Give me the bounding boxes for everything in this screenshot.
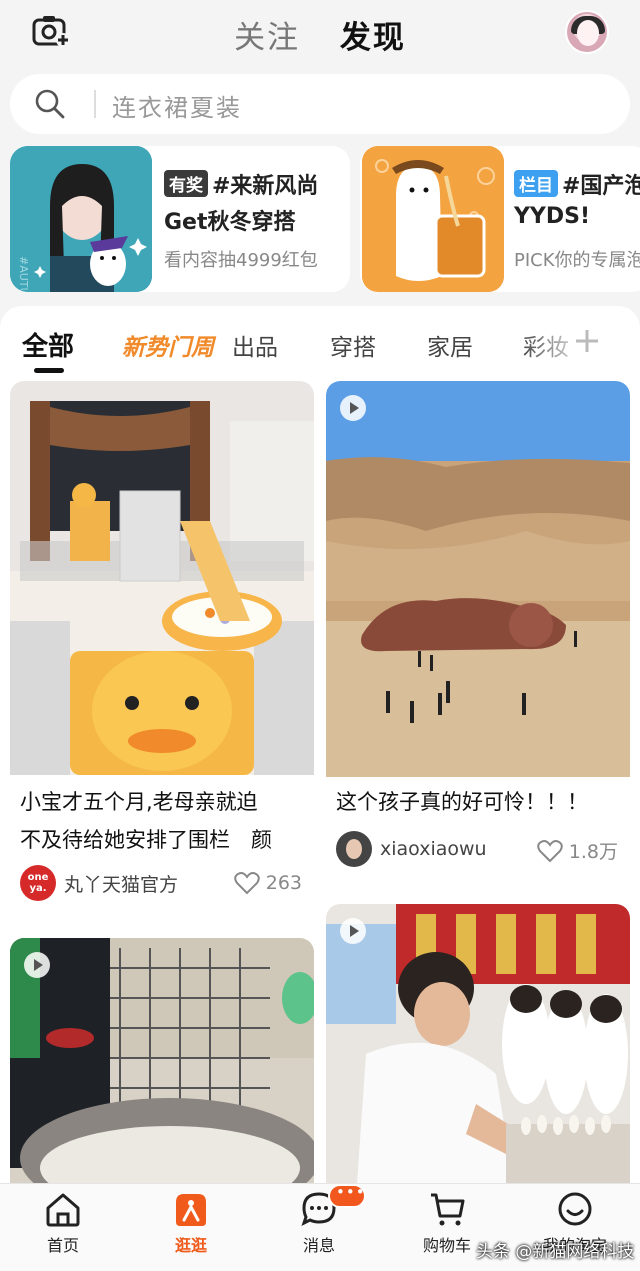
banner-subtitle: YYDS! [514,204,591,229]
category-products[interactable]: 出品 [232,328,278,362]
card-title: 小宝才五个月,老母亲就迫 不及待给她安排了围栏 颜 [20,783,272,859]
nav-messages[interactable]: 消息 [274,1183,366,1256]
feed-card[interactable] [10,938,314,1198]
likes-count: 263 [265,872,302,894]
tab-follow[interactable]: 关注 [234,12,300,57]
category-home[interactable]: 家居 [427,328,473,362]
heart-icon [537,839,563,862]
card-image [326,904,630,1198]
search-divider [94,90,96,118]
category-outfits[interactable]: 穿搭 [330,328,376,362]
banner-thumbnail: #AUTUMN [10,146,152,292]
nav-label: 逛逛 [174,1236,207,1255]
cart-icon [428,1190,466,1228]
card-likes[interactable]: 1.8万 [537,837,618,864]
category-all[interactable]: 全部 [22,326,74,363]
nav-home[interactable]: 首页 [18,1190,108,1256]
card-title-line: 小宝才五个月,老母亲就迫 [20,790,258,814]
author-name: 丸丫天猫官方 [64,873,179,896]
play-icon [340,918,366,944]
plus-icon[interactable] [574,328,600,354]
banner-domestic[interactable]: 栏目 #国产泡 YYDS! PICK你的专属泡 [360,146,640,292]
banner-hashtag: #国产泡 [562,174,640,199]
author-avatar: one ya. [20,865,56,901]
banner-subtitle: Get秋冬穿搭 [164,210,296,235]
search-bar[interactable]: 连衣裙夏装 [10,74,630,134]
banner-hashtag: #来新风尚 [212,174,319,199]
play-icon [340,395,366,421]
card-title-line: 不及待给她安排了围栏 颜 [20,828,272,852]
banner-desc: PICK你的专属泡 [514,250,640,271]
nav-browse[interactable]: 逛逛 [146,1190,236,1256]
user-avatar[interactable] [565,10,609,54]
svg-text:#AUTUMN: #AUTUMN [17,256,30,292]
card-image [326,381,630,777]
category-active-indicator [34,368,64,373]
message-icon [300,1183,366,1228]
avatar-face [577,20,599,46]
card-title-line: 这个孩子真的好可怜！！！ [336,790,588,814]
message-badge [328,1183,366,1208]
card-author[interactable]: xiaoxiaowu [336,831,487,867]
profile-icon [556,1190,594,1228]
home-icon [44,1190,82,1228]
author-badge: one ya. [27,872,49,894]
card-image [10,938,314,1198]
play-icon [24,952,50,978]
feed-card[interactable]: 小宝才五个月,老母亲就迫 不及待给她安排了围栏 颜 one ya. 丸丫天猫官方… [10,381,314,909]
nav-label: 消息 [302,1236,335,1255]
banner-title: 有奖 #来新风尚 [164,168,318,200]
author-avatar [336,831,372,867]
banner-desc: 看内容抽4999红包 [164,250,318,271]
feed-card[interactable] [326,904,630,1198]
category-hot-weekly[interactable]: 新势门周 [122,328,214,362]
banner-thumbnail [362,146,504,292]
banner-title: 栏目 #国产泡 [514,168,640,200]
browse-icon [172,1190,210,1228]
card-image [10,381,314,775]
banner-new-fashion[interactable]: #AUTUMN 有奖 #来新风尚 Get秋冬穿搭 看内容抽4999红包 [10,146,350,292]
card-likes[interactable]: 263 [233,871,302,895]
feed-card[interactable]: 这个孩子真的好可怜！！！ xiaoxiaowu 1.8万 [326,381,630,875]
tab-discover[interactable]: 发现 [340,12,406,57]
banner-tag: 栏目 [514,170,558,197]
author-name: xiaoxiaowu [380,838,487,860]
search-icon [34,88,66,120]
search-placeholder: 连衣裙夏装 [112,94,242,122]
card-title: 这个孩子真的好可怜！！！ [336,783,588,821]
nav-label: 首页 [46,1236,79,1255]
card-author[interactable]: one ya. 丸丫天猫官方 [20,865,178,901]
header-tabs: 关注 发现 [0,12,640,57]
watermark: 头条 @新猫网络科技 [476,1242,635,1262]
banner-tag: 有奖 [164,170,208,197]
top-bar: 关注 发现 [0,0,640,66]
heart-icon [233,872,260,895]
category-tabs: 全部 新势门周 出品 穿搭 家居 彩妆 [0,322,640,373]
likes-count: 1.8万 [568,841,618,863]
